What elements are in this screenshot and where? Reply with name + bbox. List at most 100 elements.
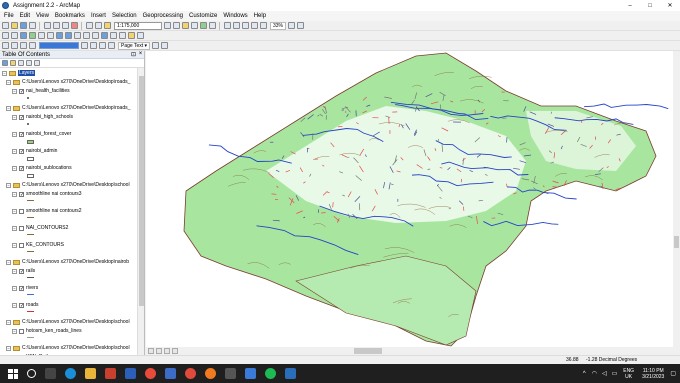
clear-selection-icon[interactable] bbox=[83, 32, 90, 39]
menu-windows[interactable]: Windows bbox=[223, 13, 247, 19]
zoom-out-icon[interactable] bbox=[11, 32, 18, 39]
search-taskbar-icon[interactable] bbox=[27, 369, 36, 378]
menu-file[interactable]: File bbox=[4, 13, 14, 19]
spotify-icon[interactable] bbox=[265, 368, 276, 379]
toc-scroll-thumb[interactable] bbox=[139, 76, 144, 306]
arcmap-taskbar-icon[interactable] bbox=[285, 368, 296, 379]
start-button[interactable] bbox=[8, 368, 18, 379]
collapse-icon[interactable]: − bbox=[12, 208, 17, 214]
toc-close-icon[interactable]: × bbox=[137, 51, 144, 58]
collapse-icon[interactable]: − bbox=[6, 105, 11, 111]
save-icon[interactable] bbox=[20, 22, 27, 29]
notifications-icon[interactable]: ▢ bbox=[670, 370, 676, 377]
layer-symbol-swatch[interactable] bbox=[27, 294, 34, 295]
undo-icon[interactable] bbox=[86, 22, 93, 29]
toc-options-icon[interactable] bbox=[34, 60, 40, 66]
layer-visibility-checkbox[interactable] bbox=[19, 208, 24, 214]
file-explorer-icon[interactable] bbox=[85, 368, 96, 379]
layer-symbol-swatch[interactable] bbox=[27, 234, 34, 235]
layer-visibility-checkbox[interactable]: ✓ bbox=[19, 302, 24, 308]
menu-bookmarks[interactable]: Bookmarks bbox=[55, 13, 85, 19]
close-button[interactable]: ✕ bbox=[660, 0, 680, 11]
word-icon[interactable] bbox=[125, 368, 136, 379]
full-extent-icon[interactable] bbox=[29, 32, 36, 39]
layer-visibility-checkbox[interactable]: ✓ bbox=[19, 148, 24, 154]
layout-pan-icon[interactable] bbox=[242, 22, 249, 29]
hyperlink-icon[interactable] bbox=[128, 32, 135, 39]
layer-visibility-checkbox[interactable]: ✓ bbox=[19, 191, 24, 197]
pause-drawing-icon[interactable] bbox=[172, 348, 178, 354]
menu-geoprocessing[interactable]: Geoprocessing bbox=[143, 13, 183, 19]
toc-layer-item[interactable]: − ✓ nairobi_sublocations bbox=[12, 164, 72, 172]
volume-icon[interactable]: ◁ bbox=[602, 370, 607, 377]
select-elements-icon[interactable] bbox=[92, 32, 99, 39]
menu-view[interactable]: View bbox=[36, 13, 49, 19]
layer-visibility-checkbox[interactable]: ✓ bbox=[19, 88, 24, 94]
print-icon[interactable] bbox=[29, 22, 36, 29]
find-icon[interactable] bbox=[110, 32, 117, 39]
layout-zoom-out-icon[interactable] bbox=[233, 22, 240, 29]
toggle-draft-icon[interactable] bbox=[288, 22, 296, 29]
layer-visibility-checkbox[interactable]: ✓ bbox=[19, 165, 24, 171]
map-canvas[interactable] bbox=[146, 51, 673, 347]
maximize-button[interactable]: □ bbox=[640, 0, 660, 11]
toc-layer-item[interactable]: − KE_CONTOURS bbox=[12, 241, 64, 249]
collapse-icon[interactable]: − bbox=[12, 268, 17, 274]
measure-icon[interactable] bbox=[119, 32, 126, 39]
toc-source-folder[interactable]: − C:\Users\Lenovo x270\OneDrive\Desktop\r… bbox=[6, 104, 130, 112]
menu-selection[interactable]: Selection bbox=[112, 13, 137, 19]
font-icon[interactable] bbox=[161, 42, 169, 49]
task-view-icon[interactable] bbox=[45, 368, 56, 379]
collapse-icon[interactable]: − bbox=[12, 88, 17, 94]
map-vscroll-thumb[interactable] bbox=[674, 236, 679, 248]
editor-toolbar-icon[interactable] bbox=[164, 22, 171, 29]
new-icon[interactable] bbox=[2, 22, 9, 29]
toc-layer-item[interactable]: − ✓ rivers bbox=[12, 284, 38, 292]
map-horizontal-scrollbar[interactable] bbox=[146, 347, 673, 355]
layer-symbol-swatch[interactable] bbox=[27, 200, 34, 201]
focus-frame-icon[interactable] bbox=[297, 22, 305, 29]
fixed-zoom-out-icon[interactable] bbox=[47, 32, 54, 39]
layout-fixed-zoom-icon[interactable] bbox=[260, 22, 267, 29]
collapse-icon[interactable]: − bbox=[6, 182, 11, 188]
toc-layer-item[interactable]: − ✓ nairobi_high_schools bbox=[12, 113, 73, 121]
clock[interactable]: 11:10 PM 3/21/2023 bbox=[642, 368, 664, 380]
toc-source-folder[interactable]: − C:\Users\Lenovo x270\OneDrive\Desktop\r… bbox=[6, 78, 130, 86]
menu-customize[interactable]: Customize bbox=[189, 13, 217, 19]
toc-layer-item[interactable]: − ✓ smoothline nai contours3 bbox=[12, 190, 82, 198]
toc-source-folder[interactable]: − C:\Users\Lenovo x270\OneDrive\Desktop\s… bbox=[6, 181, 130, 189]
collapse-icon[interactable]: − bbox=[12, 114, 17, 120]
cut-icon[interactable] bbox=[44, 22, 51, 29]
layer-symbol-swatch[interactable] bbox=[27, 217, 34, 218]
fill-color-icon[interactable] bbox=[152, 42, 160, 49]
add-data-icon[interactable] bbox=[104, 22, 111, 29]
edge-icon[interactable] bbox=[65, 368, 76, 379]
layer-symbol-swatch[interactable] bbox=[27, 277, 34, 278]
layer-visibility-checkbox[interactable]: ✓ bbox=[19, 114, 24, 120]
arctoolbox-icon[interactable] bbox=[200, 22, 207, 29]
copy-icon[interactable] bbox=[53, 22, 60, 29]
identify-icon[interactable] bbox=[101, 32, 108, 39]
show-hidden-icons-icon[interactable]: ^ bbox=[583, 371, 586, 377]
layer-visibility-checkbox[interactable]: ✓ bbox=[19, 131, 24, 137]
toc-source-folder[interactable]: − C:\Users\Lenovo x270\OneDrive\Desktop\s… bbox=[6, 344, 130, 352]
back-extent-icon[interactable] bbox=[56, 32, 63, 39]
layer-symbol-swatch[interactable] bbox=[27, 97, 29, 99]
map-scale-input[interactable]: 1:175,000 bbox=[114, 21, 162, 30]
toc-layer-item[interactable]: − ✓ nairobi_admin bbox=[12, 147, 57, 155]
refresh-icon[interactable] bbox=[164, 348, 170, 354]
list-by-selection-icon[interactable] bbox=[26, 60, 32, 66]
html-popup-icon[interactable] bbox=[137, 32, 144, 39]
toc-layer-item[interactable]: − ✓ nairobi_forest_cover bbox=[12, 130, 71, 138]
toc-pin-icon[interactable]: ⊡ bbox=[130, 51, 137, 58]
layer-symbol-swatch[interactable] bbox=[27, 337, 34, 338]
menu-edit[interactable]: Edit bbox=[20, 13, 30, 19]
toc-layer-item[interactable]: − hotosm_ken_roads_lines bbox=[12, 327, 82, 335]
edit-vertices-icon[interactable] bbox=[108, 42, 115, 49]
collapse-icon[interactable]: − bbox=[12, 131, 17, 137]
mail-icon[interactable] bbox=[165, 368, 176, 379]
layer-symbol-swatch[interactable] bbox=[27, 311, 34, 312]
layer-symbol-swatch[interactable] bbox=[27, 174, 34, 178]
collapse-icon[interactable]: − bbox=[6, 319, 11, 325]
redo-icon[interactable] bbox=[95, 22, 102, 29]
